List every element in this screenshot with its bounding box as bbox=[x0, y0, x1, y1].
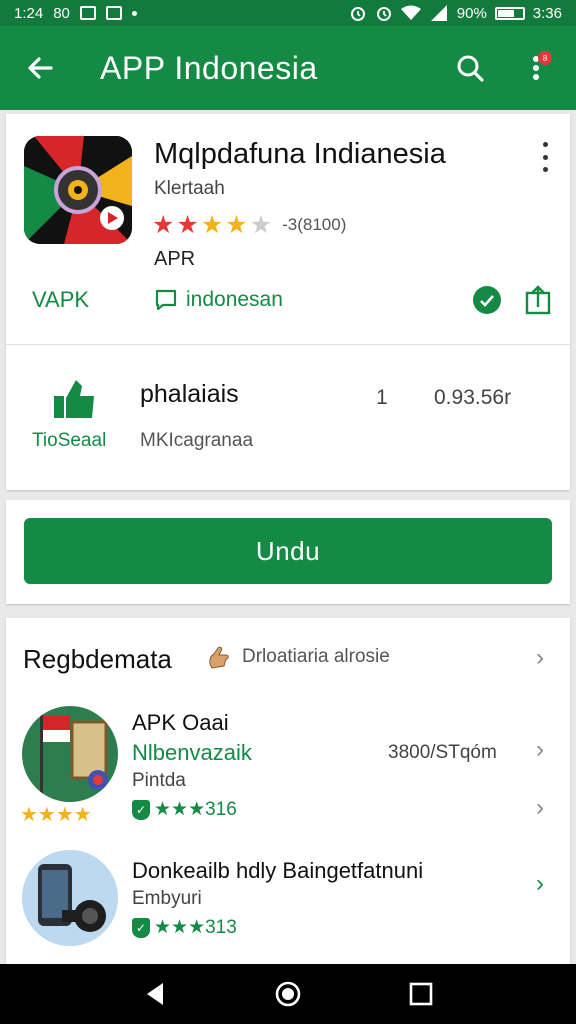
app-type: APR bbox=[154, 248, 196, 270]
star-full-icon: ★ bbox=[176, 211, 199, 239]
card-more-button[interactable] bbox=[534, 142, 556, 172]
wifi-icon bbox=[400, 5, 421, 20]
rec-app-name: APK Oaai bbox=[132, 710, 229, 735]
install-card: Undu bbox=[6, 500, 570, 604]
install-button[interactable]: Undu bbox=[24, 518, 552, 584]
chevron-right-icon[interactable]: › bbox=[536, 870, 544, 898]
verified-shield-icon: ✓ bbox=[132, 799, 150, 820]
thumbs-up-icon bbox=[54, 380, 94, 418]
status-carrier: 80 bbox=[53, 4, 70, 22]
rec-app-image bbox=[22, 706, 118, 802]
recommendations-card: Regbdemata Drloatiaria alrosie › ★★★★ AP… bbox=[6, 618, 570, 964]
indonesia-flag-image bbox=[22, 706, 118, 802]
alarm-icon bbox=[350, 7, 365, 21]
section-title: Regbdemata bbox=[23, 644, 172, 674]
notification-dot-icon bbox=[131, 10, 137, 16]
stat-label: TioSeaal bbox=[32, 430, 107, 451]
language-tag[interactable]: indonesan bbox=[154, 288, 283, 312]
system-nav-bar bbox=[0, 964, 576, 1024]
app-rating: ★ ★ ★ ★ ★ -3(8100) bbox=[152, 210, 346, 240]
apk-tag: VAPK bbox=[32, 287, 90, 312]
stat-subtitle: MKIcagranaa bbox=[140, 430, 254, 451]
hand-icon bbox=[209, 646, 229, 669]
tag-row: VAPK indonesan bbox=[6, 280, 570, 320]
arrow-left-icon bbox=[28, 57, 53, 79]
stat-number: 1 bbox=[376, 386, 388, 409]
rec-app-name: Donkeailb hdly Baingetfatnuni bbox=[132, 858, 424, 883]
verified-shield-icon: ✓ bbox=[132, 917, 150, 938]
battery-icon bbox=[494, 6, 525, 20]
rec-app-subtitle: Pintda bbox=[132, 770, 186, 791]
share-icon[interactable] bbox=[524, 285, 552, 315]
section-subtitle: Drloatiaria alrosie bbox=[242, 646, 390, 667]
section-subtitle-link[interactable]: Drloatiaria alrosie bbox=[206, 644, 390, 670]
star-full-icon: ★ bbox=[200, 211, 224, 239]
notification-photo-icon bbox=[79, 6, 96, 20]
chat-bubble-icon bbox=[155, 289, 177, 311]
nav-back-icon[interactable] bbox=[143, 981, 167, 1007]
app-detail-card: Mqlpdafuna Indianesia Klertaah ★ ★ ★ ★ ★… bbox=[6, 114, 570, 490]
search-button[interactable] bbox=[448, 46, 492, 90]
chevron-right-icon[interactable]: › bbox=[536, 644, 544, 672]
rec-app-rating: ✓ ★★★313 bbox=[132, 916, 237, 939]
battery-percent: 90% bbox=[456, 4, 487, 22]
nav-recents-icon[interactable] bbox=[409, 982, 433, 1006]
divider bbox=[6, 344, 570, 345]
whatsapp-icon[interactable] bbox=[472, 285, 502, 315]
notification-badge: 8 bbox=[538, 51, 552, 65]
chevron-right-icon[interactable]: › bbox=[536, 736, 544, 764]
status-time: 1:24 bbox=[14, 4, 44, 22]
app-name: Mqlpdafuna Indianesia bbox=[154, 138, 446, 170]
rec-app-meta: 3800/STqóm bbox=[388, 742, 497, 763]
chevron-right-icon[interactable]: › bbox=[536, 794, 544, 822]
star-full-icon: ★ bbox=[225, 211, 248, 239]
rating-count: -3(8100) bbox=[282, 215, 347, 234]
stat-title: phalaiais bbox=[140, 380, 239, 408]
back-button[interactable] bbox=[18, 46, 62, 90]
status-bar: 1:24 80 90% 3:36 bbox=[0, 0, 576, 26]
rec-app-category: Nlbenvazaik bbox=[132, 740, 252, 765]
notification-message-icon bbox=[105, 6, 122, 20]
search-icon bbox=[457, 55, 484, 82]
language-label: indonesan bbox=[186, 288, 283, 311]
rec-app-image bbox=[22, 850, 118, 946]
rec-stars-overlay: ★★★★ bbox=[20, 804, 92, 826]
rec-app-rating: ✓ ★★★316 bbox=[132, 798, 237, 821]
star-empty-icon: ★ bbox=[249, 211, 273, 239]
phone-camera-image bbox=[22, 850, 118, 946]
stat-size: 0.93.56r bbox=[434, 386, 512, 409]
nav-home-icon[interactable] bbox=[274, 980, 302, 1008]
app-bar: APP Indonesia 8 bbox=[0, 26, 576, 110]
status-clock-right: 3:36 bbox=[532, 4, 562, 22]
app-icon[interactable] bbox=[24, 136, 132, 244]
signal-icon bbox=[430, 5, 447, 21]
page-title: APP Indonesia bbox=[100, 49, 318, 86]
alarm-icon-2 bbox=[376, 7, 391, 21]
app-developer[interactable]: Klertaah bbox=[154, 178, 225, 200]
rec-rating-text: ★★★316 bbox=[154, 799, 237, 820]
app-logo-icon bbox=[24, 136, 132, 244]
star-full-icon: ★ bbox=[152, 211, 175, 239]
rec-app-subtitle: Embyuri bbox=[132, 888, 202, 909]
rec-rating-text: ★★★313 bbox=[154, 917, 237, 938]
overflow-menu-button[interactable]: 8 bbox=[514, 46, 558, 90]
